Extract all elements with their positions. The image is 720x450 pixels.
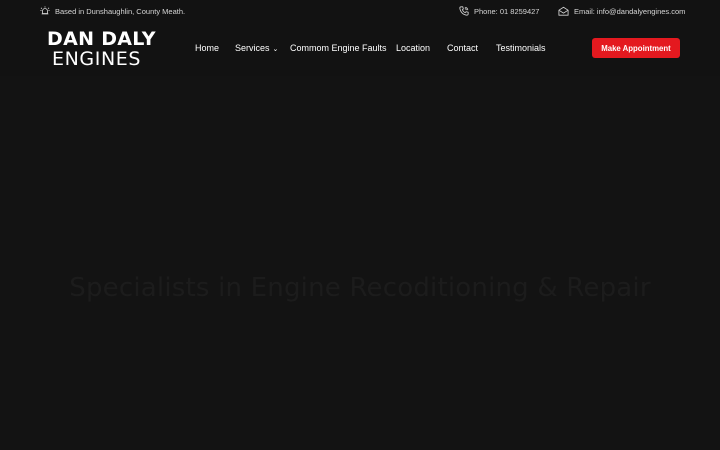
- alarm-icon: [40, 6, 50, 16]
- phone-icon: [459, 6, 469, 16]
- nav-item-location[interactable]: Location: [396, 22, 430, 74]
- nav-item-services[interactable]: Services ⌄: [235, 22, 278, 74]
- email-text[interactable]: Email: info@dandalyengines.com: [574, 7, 685, 16]
- main-header: DAN DALY ENGINES Home Services ⌄ Commom E…: [0, 22, 720, 76]
- nav-item-label: Contact: [447, 43, 479, 53]
- hero-section: Specialists in Engine Recoditioning & Re…: [0, 76, 720, 450]
- nav-item-label: Services: [235, 43, 270, 53]
- location-info: Based in Dunshaughlin, County Meath.: [40, 0, 185, 22]
- nav-item-label: Commom Engine Faults: [290, 43, 387, 53]
- email-info[interactable]: Email: info@dandalyengines.com: [558, 0, 685, 22]
- nav-item-label: Home: [195, 43, 220, 53]
- chevron-down-icon: ⌄: [272, 46, 279, 53]
- top-bar: Based in Dunshaughlin, County Meath. Pho…: [0, 0, 720, 22]
- location-text: Based in Dunshaughlin, County Meath.: [55, 6, 186, 16]
- nav-item-testimonials[interactable]: Testimonials: [496, 22, 546, 74]
- nav-item-engine-faults[interactable]: Commom Engine Faults: [290, 22, 387, 74]
- phone-info[interactable]: Phone: 01 8259427: [459, 0, 539, 22]
- envelope-icon: [558, 6, 569, 16]
- phone-text[interactable]: Phone: 01 8259427: [474, 7, 539, 16]
- nav-item-home[interactable]: Home: [195, 22, 219, 74]
- make-appointment-button[interactable]: Make Appointment: [592, 38, 680, 58]
- nav-item-contact[interactable]: Contact: [447, 22, 478, 74]
- nav-item-label: Testimonials: [496, 43, 546, 53]
- hero-title: Specialists in Engine Recoditioning & Re…: [69, 273, 651, 303]
- nav-item-label: Location: [396, 43, 431, 53]
